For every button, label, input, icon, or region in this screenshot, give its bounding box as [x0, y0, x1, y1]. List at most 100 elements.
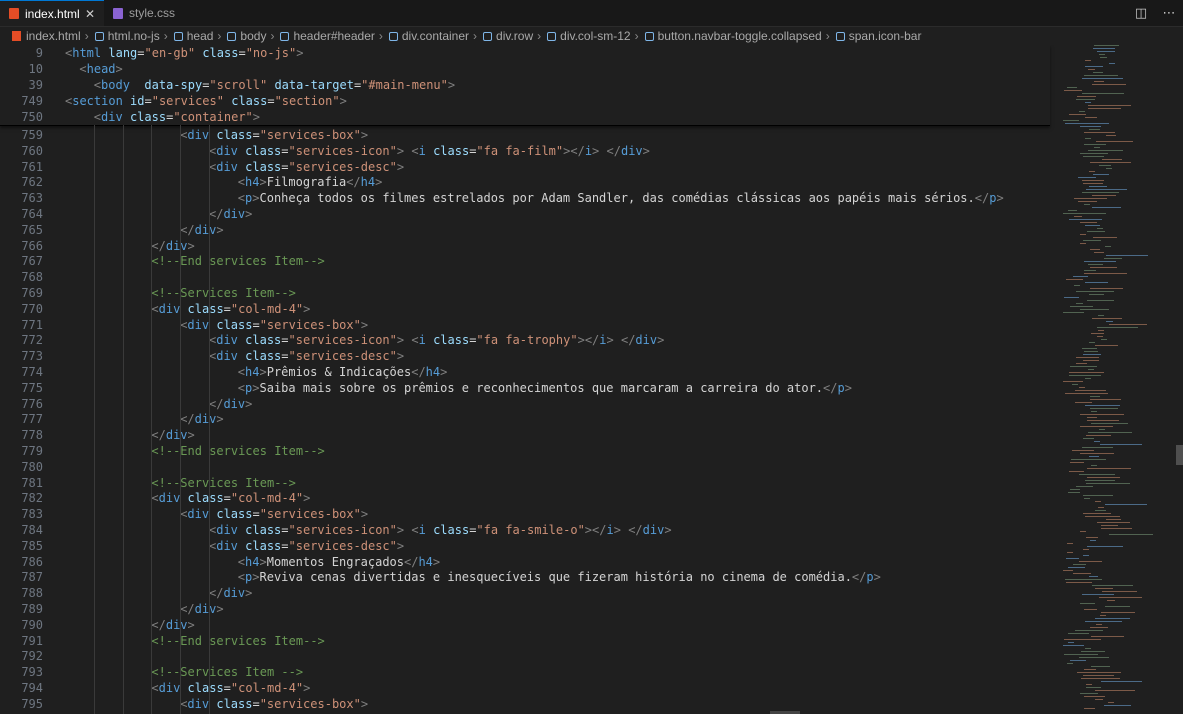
token-tag: div [187, 128, 210, 142]
code-line[interactable]: 768 [0, 269, 1055, 285]
tab-style-css[interactable]: style.css [104, 0, 194, 26]
code-line[interactable]: 773 <div class="services-desc"> [0, 348, 1055, 364]
minimap-line [1092, 585, 1133, 586]
code-line[interactable]: 772 <div class="services-icon"> <i class=… [0, 332, 1055, 348]
code-line[interactable]: 791 <!--End services Item--> [0, 633, 1055, 649]
token-br: </ [411, 365, 426, 379]
token-txt: = [238, 46, 246, 60]
code-line[interactable]: 774 <h4>Prêmios & Indicações</h4> [0, 364, 1055, 380]
code-line[interactable]: 777 </div> [0, 411, 1055, 427]
token-attr: class [245, 349, 282, 364]
breadcrumb-item[interactable]: span.icon-bar [830, 29, 921, 43]
code-line[interactable]: 794 <div class="col-md-4"> [0, 680, 1055, 696]
line-number: 762 [21, 175, 43, 190]
code-line[interactable]: 792 [0, 648, 1055, 664]
code-line[interactable]: 767 <!--End services Item--> [0, 253, 1055, 269]
minimap-line [1091, 666, 1110, 667]
code-line[interactable]: 766 </div> [0, 238, 1055, 254]
minimap-line [1063, 120, 1079, 121]
code-line[interactable]: 770 <div class="col-md-4"> [0, 301, 1055, 317]
code-line[interactable]: 9 <html lang="en-gb" class="no-js"> [0, 45, 1055, 61]
breadcrumb-item[interactable]: head › [168, 29, 221, 43]
code-line[interactable]: 769 <!--Services Item--> [0, 285, 1055, 301]
code-line[interactable]: 793 <!--Services Item --> [0, 664, 1055, 680]
minimap-line [1091, 465, 1097, 466]
token-attr: class [245, 333, 282, 348]
minimap-line [1083, 495, 1113, 496]
code-line[interactable]: 781 <!--Services Item--> [0, 475, 1055, 491]
code-text: </div> [151, 238, 194, 254]
code-line[interactable]: 761 <div class="services-desc"> [0, 159, 1055, 175]
code-line[interactable]: 778 </div> [0, 427, 1055, 443]
token-br: < [151, 491, 159, 506]
code-line[interactable]: 759 <div class="services-box"> [0, 127, 1055, 143]
more-actions-icon[interactable]: ⋯ [1155, 6, 1183, 21]
token-br: < [411, 143, 419, 158]
minimap-line [1080, 693, 1098, 694]
minimap-line [1089, 129, 1100, 130]
code-line[interactable]: 10 <head> [0, 61, 1055, 77]
close-icon[interactable]: ✕ [85, 7, 95, 21]
minimap-line [1095, 510, 1106, 511]
breadcrumb-label: div.container [401, 29, 470, 43]
minimap[interactable] [1055, 45, 1183, 714]
token-txt: = [144, 94, 152, 108]
token-br: </ [620, 333, 636, 348]
minimap-line [1079, 387, 1085, 388]
vertical-scrollbar-thumb[interactable] [1176, 445, 1183, 465]
token-tag: p [837, 380, 845, 395]
minimap-line [1066, 558, 1079, 559]
breadcrumb-item[interactable]: body › [221, 29, 274, 43]
code-line[interactable]: 763 <p>Conheça todos os filmes estrelados… [0, 190, 1055, 206]
code-line[interactable]: 786 <h4>Momentos Engraçados</h4> [0, 554, 1055, 570]
minimap-line [1069, 114, 1086, 115]
code-line[interactable]: 790 </div> [0, 617, 1055, 633]
code-line[interactable]: 782 <div class="col-md-4"> [0, 490, 1055, 506]
code-line[interactable]: 771 <div class="services-box"> [0, 317, 1055, 333]
line-number: 777 [21, 412, 43, 427]
breadcrumb-item[interactable]: button.navbar-toggle.collapsed › [639, 29, 830, 43]
minimap-line [1089, 186, 1107, 187]
breadcrumb-item[interactable]: div.row › [477, 29, 541, 43]
breadcrumb-label: header#header [293, 29, 375, 43]
breadcrumb-item[interactable]: index.html › [0, 29, 89, 43]
code-line[interactable]: 762 <h4>Filmografia</h4> [0, 174, 1055, 190]
breadcrumb-item[interactable]: div.col-sm-12 › [541, 29, 639, 43]
token-tag: i [584, 143, 593, 158]
token-str: "section" [274, 94, 340, 108]
breadcrumb-item[interactable]: html.no-js › [89, 29, 168, 43]
code-editor[interactable]: 759 <div class="services-box"> 760 <div cla… [0, 45, 1055, 714]
token-br: > [245, 586, 253, 601]
minimap-line [1101, 612, 1135, 613]
code-line[interactable]: 775 <p>Saiba mais sobre os prêmios e reco… [0, 380, 1055, 396]
split-editor-icon[interactable]: ◫ [1127, 6, 1155, 21]
minimap-line [1082, 93, 1124, 94]
code-line[interactable]: 795 <div class="services-box"> [0, 696, 1055, 712]
code-line[interactable]: 789 </div> [0, 601, 1055, 617]
minimap-line [1087, 546, 1123, 547]
code-line[interactable]: 39 <body data-spy="scroll" data-target="#… [0, 77, 1055, 93]
minimap-line [1079, 474, 1115, 475]
minimap-line [1101, 525, 1118, 526]
minimap-line [1067, 663, 1073, 664]
code-line[interactable]: 760 <div class="services-icon"> <i class=… [0, 143, 1055, 159]
minimap-line [1067, 543, 1073, 544]
code-line[interactable]: 779 <!--End services Item--> [0, 443, 1055, 459]
code-line[interactable]: 765 </div> [0, 222, 1055, 238]
code-line[interactable]: 788 </div> [0, 585, 1055, 601]
code-line[interactable]: 749 <section id="services" class="section… [0, 93, 1055, 109]
code-line[interactable]: 784 <div class="services-icon"> <i class=… [0, 522, 1055, 538]
code-line[interactable]: 787 <p>Reviva cenas divertidas e inesquec… [0, 569, 1055, 585]
code-line[interactable]: 776 </div> [0, 396, 1055, 412]
token-br: </ [628, 523, 643, 537]
code-line[interactable]: 764 </div> [0, 206, 1055, 222]
code-line[interactable]: 785 <div class="services-desc"> [0, 538, 1055, 554]
code-line[interactable]: 783 <div class="services-box"> [0, 506, 1055, 522]
breadcrumb-item[interactable]: div.container › [383, 29, 477, 43]
breadcrumb-item[interactable]: header#header › [274, 29, 383, 43]
code-line[interactable]: 780 [0, 459, 1055, 475]
tab-index-html[interactable]: index.html ✕ [0, 0, 104, 26]
code-line[interactable]: 750 <div class="container"> [0, 109, 1055, 125]
token-br: </ [209, 396, 224, 411]
